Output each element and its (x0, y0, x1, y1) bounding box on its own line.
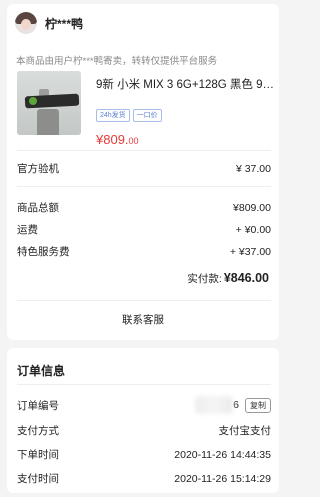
inspection-value: ¥ 37.00 (235, 162, 271, 175)
inspection-row: 官方验机 ¥ 37.00 (17, 161, 271, 176)
subtotal-row: 商品总额 ¥809.00 (17, 200, 271, 215)
tag-24h-shipping: 24h发货 (96, 109, 130, 122)
payment-time-row: 支付时间 2020-11-26 15:14:29 (17, 471, 271, 486)
product-tags: 24h发货 一口价 (96, 109, 162, 122)
divider (17, 384, 271, 385)
thumbnail-camera (29, 97, 37, 105)
order-info-title: 订单信息 (17, 364, 66, 378)
price-integer: ¥809. (96, 132, 129, 147)
contact-service-button[interactable]: 联系客服 (7, 312, 279, 327)
product-thumbnail[interactable] (17, 71, 81, 135)
divider (17, 300, 271, 301)
order-time-row: 下单时间 2020-11-26 14:44:35 (17, 447, 271, 462)
divider (17, 150, 271, 151)
divider (17, 186, 271, 187)
service-fee-row: 特色服务费 + ¥37.00 (17, 244, 271, 259)
payment-time-label: 支付时间 (17, 473, 59, 485)
product-title[interactable]: 9新 小米 MIX 3 6G+128G 黑色 9… (96, 76, 276, 92)
total-row: 实付款: ¥846.00 (187, 271, 269, 286)
shipping-row: 运费 + ¥0.00 (17, 222, 271, 237)
total-label: 实付款: (187, 273, 222, 285)
avatar-face (21, 19, 31, 30)
tag-fixed-price: 一口价 (132, 109, 162, 122)
payment-method-label: 支付方式 (17, 425, 59, 437)
order-info-card: 订单信息 订单编号 6 复制 支付方式 支付宝支付 下单时间 2020-11-2… (7, 348, 279, 493)
order-time-label: 下单时间 (17, 449, 59, 461)
seller-name[interactable]: 柠***鸭 (45, 15, 83, 32)
seller-header[interactable]: 柠***鸭 (15, 12, 83, 34)
order-number-value: 6 复制 (195, 396, 271, 414)
service-fee-label: 特色服务费 (17, 246, 70, 258)
order-time-value: 2020-11-26 14:44:35 (174, 448, 271, 461)
order-number-suffix: 6 (233, 399, 239, 411)
product-price: ¥809.00 (96, 131, 139, 149)
order-number-row: 订单编号 6 复制 (17, 396, 271, 414)
service-fee-value: + ¥37.00 (229, 245, 271, 258)
total-value: ¥846.00 (223, 271, 269, 285)
thumbnail-mount (37, 109, 59, 135)
copy-button[interactable]: 复制 (245, 397, 271, 413)
payment-method-row: 支付方式 支付宝支付 (17, 423, 271, 438)
price-decimal: 00 (128, 136, 139, 146)
payment-method-value: 支付宝支付 (218, 425, 272, 437)
avatar[interactable] (15, 12, 37, 34)
consignment-notice: 本商品由用户柠***鸭寄卖，转转仅提供平台服务 (16, 56, 218, 67)
order-summary-card: 柠***鸭 本商品由用户柠***鸭寄卖，转转仅提供平台服务 9新 小米 MIX … (7, 4, 279, 340)
subtotal-label: 商品总额 (17, 202, 59, 214)
subtotal-value: ¥809.00 (233, 201, 271, 214)
shipping-value: + ¥0.00 (235, 223, 271, 236)
order-number-label: 订单编号 (17, 399, 59, 412)
order-number-redacted (195, 396, 234, 414)
inspection-label: 官方验机 (17, 163, 59, 175)
payment-time-value: 2020-11-26 15:14:29 (174, 472, 271, 485)
shipping-label: 运费 (17, 224, 38, 236)
